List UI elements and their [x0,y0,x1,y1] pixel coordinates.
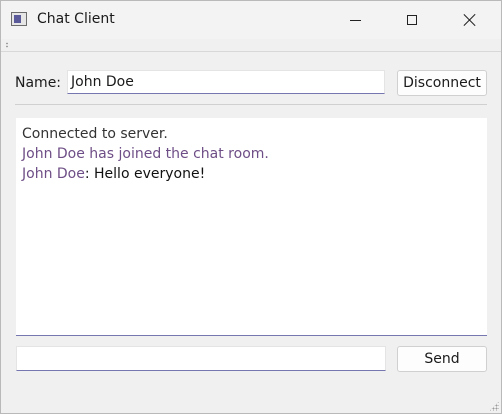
maximize-button[interactable] [389,1,435,39]
toolbar-grip-band [1,39,501,52]
minimize-icon [349,19,361,21]
message-text: Hello everyone! [94,166,206,182]
maximize-icon [407,15,417,25]
name-input[interactable]: John Doe [67,70,385,94]
chat-history[interactable]: Connected to server. John Doe has joined… [16,118,487,336]
resize-grip-icon[interactable] [489,401,499,411]
chat-message: John Doe has joined the chat room. [22,144,481,164]
disconnect-button[interactable]: Disconnect [397,70,487,96]
message-username: John Doe [22,166,85,182]
app-window-icon [11,12,27,26]
separator [15,104,487,105]
message-separator: : [84,166,95,182]
minimize-button[interactable] [332,1,378,39]
chat-client-window: Chat Client Name: John Doe Disconnect Co… [0,0,502,414]
close-button[interactable] [447,1,493,39]
message-input[interactable] [16,346,386,371]
grip-icon[interactable] [6,42,8,48]
name-label: Name: [15,75,62,91]
chat-message: John Doe: Hello everyone! [22,164,481,184]
message-text: John Doe has joined the chat room. [22,146,269,162]
send-button[interactable]: Send [397,346,487,372]
window-title: Chat Client [37,11,115,27]
message-text: Connected to server. [22,126,168,142]
close-icon [463,13,477,27]
chat-message: Connected to server. [22,124,481,144]
title-bar[interactable]: Chat Client [1,1,501,39]
